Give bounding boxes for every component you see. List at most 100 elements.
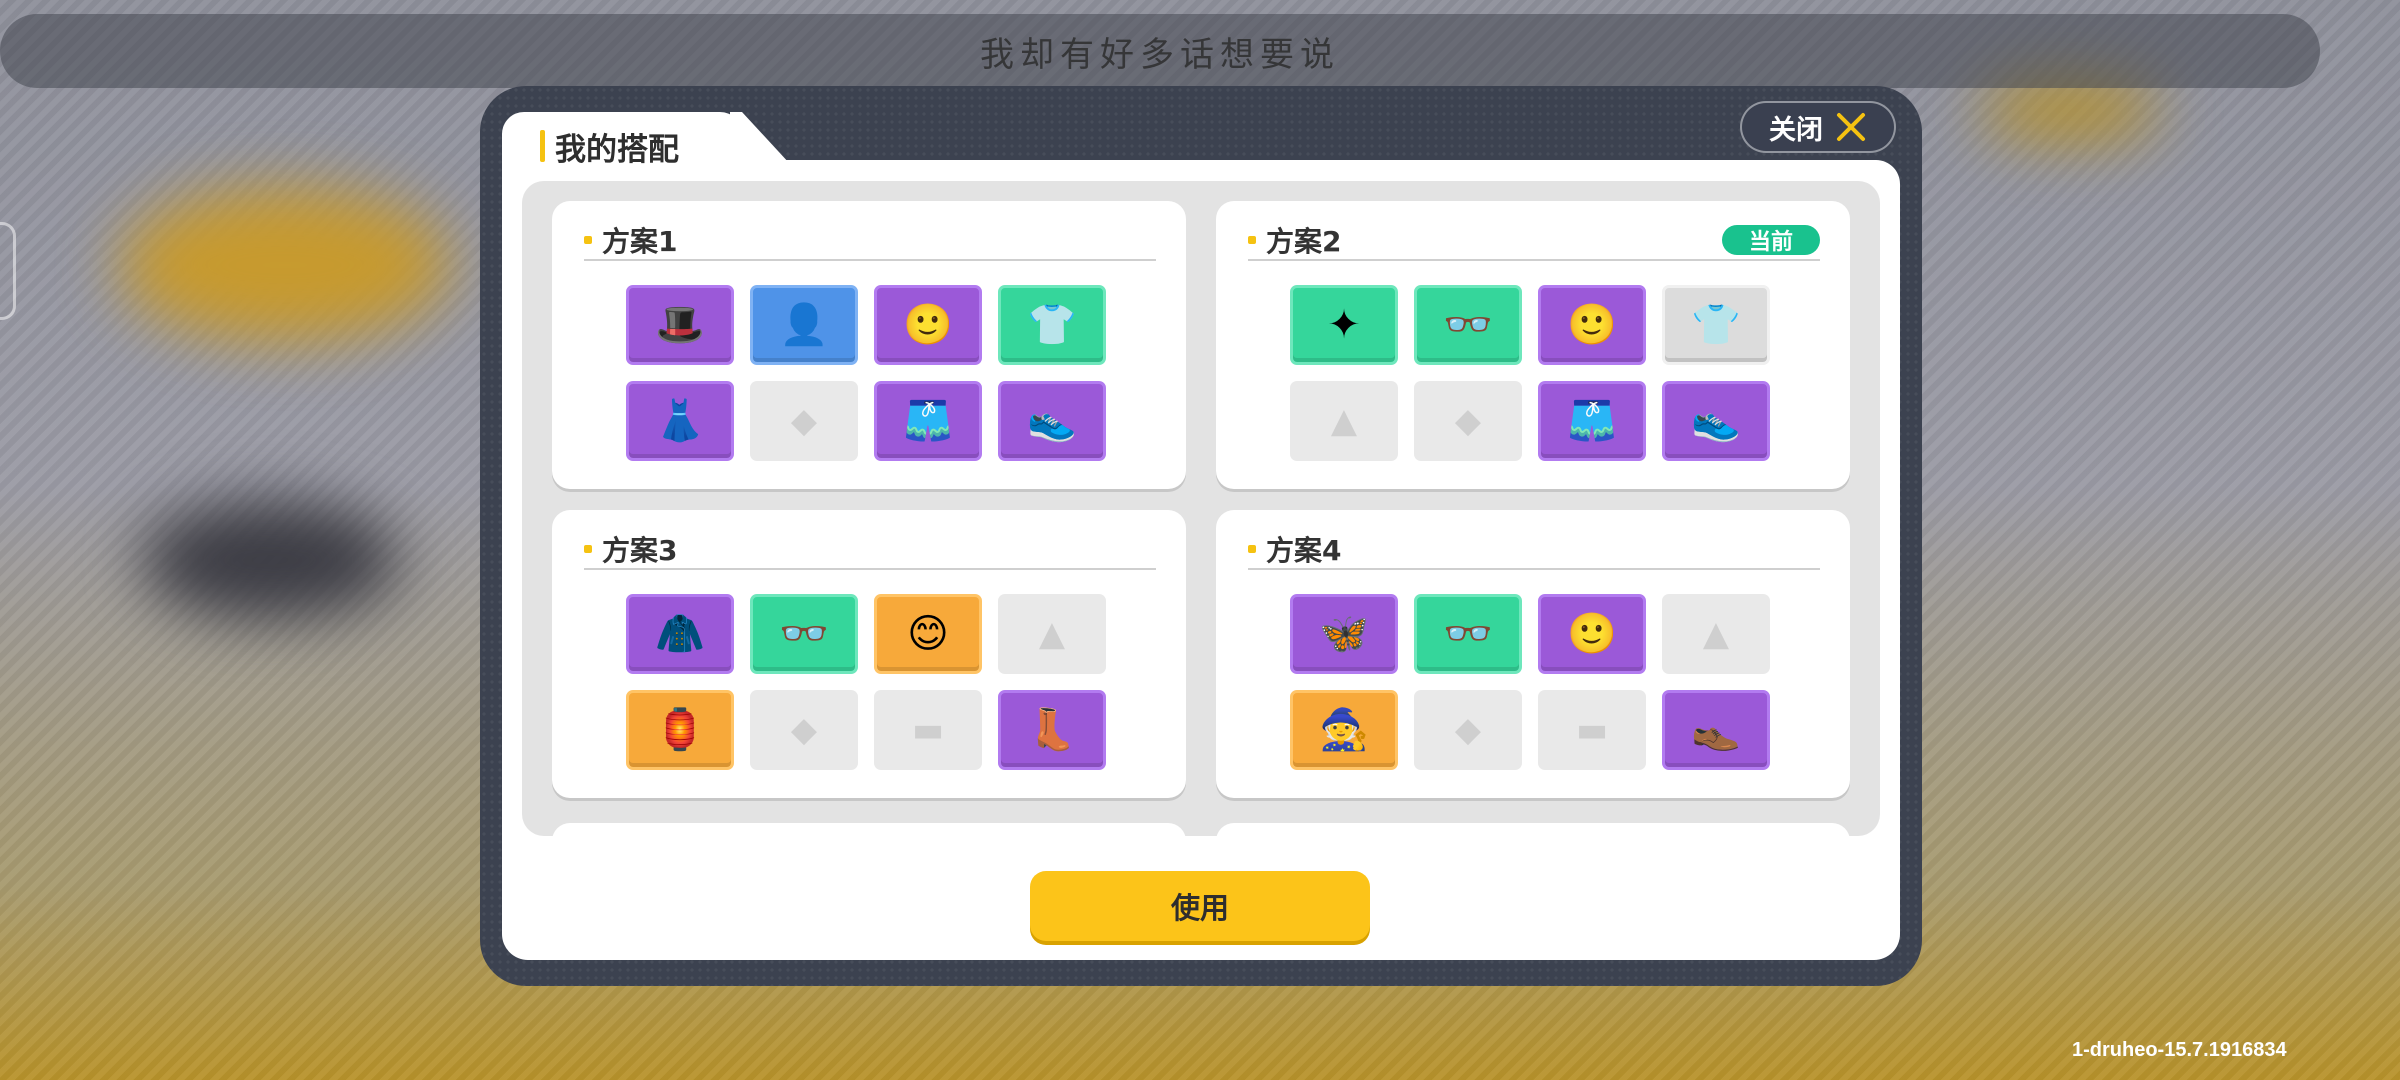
outfit-item-slot[interactable]: 👓 bbox=[1414, 285, 1522, 365]
empty-top-icon: ▲ bbox=[1330, 401, 1358, 441]
outfit-item-slot[interactable]: ✦ bbox=[1290, 285, 1398, 365]
plan-bullet bbox=[1248, 236, 1256, 244]
plan-name: 方案3 bbox=[602, 534, 678, 567]
gray-shoes-icon: 👞 bbox=[1691, 707, 1741, 753]
blue-eyes-face-icon: 😊 bbox=[907, 611, 949, 657]
top-banner: 我却有好多话想要说 bbox=[0, 14, 2320, 88]
outfit-slot-grid: 🧥 👓 😊 ▲ 🏮 ◆ ▬ 👢 bbox=[626, 594, 1106, 770]
background-blur-shape bbox=[1980, 80, 2160, 140]
empty-accessory-icon: ◆ bbox=[790, 401, 818, 441]
modal-title-text: 我的搭配 bbox=[555, 131, 679, 168]
use-button[interactable]: 使用 bbox=[1030, 871, 1370, 941]
modal-title: 我的搭配 bbox=[540, 128, 679, 168]
sneakers-icon: 👟 bbox=[1027, 398, 1077, 444]
outfit-plan-card-partial[interactable] bbox=[552, 823, 1186, 836]
empty-outfit-slot[interactable]: ◆ bbox=[1414, 381, 1522, 461]
outfit-item-slot[interactable]: 🩳 bbox=[1538, 381, 1646, 461]
outfit-item-slot[interactable]: 🙂 bbox=[1538, 594, 1646, 674]
fluffy-jacket-icon: 🧥 bbox=[655, 611, 705, 657]
outfit-item-slot[interactable]: 👓 bbox=[1414, 594, 1522, 674]
plan-header: 方案4 bbox=[1248, 530, 1820, 570]
close-button[interactable]: 关闭 bbox=[1740, 101, 1896, 153]
outfit-plan-card-partial[interactable] bbox=[1216, 823, 1850, 836]
crystal-wings-icon: 🦋 bbox=[1319, 611, 1369, 657]
outfit-item-slot[interactable]: 🏮 bbox=[626, 690, 734, 770]
plan-name: 方案4 bbox=[1266, 534, 1342, 567]
empty-bottom-icon: ▬ bbox=[911, 710, 945, 750]
outfit-item-slot[interactable]: 🧥 bbox=[626, 594, 734, 674]
outfit-slot-grid: ✦ 👓 🙂 👕 ▲ ◆ 🩳 👟 bbox=[1290, 285, 1770, 461]
outfit-plan-card[interactable]: 方案2 当前 ✦ 👓 🙂 👕 ▲ ◆ 🩳 👟 bbox=[1216, 201, 1850, 489]
plan-header: 方案2 当前 bbox=[1248, 221, 1820, 261]
sneakers-icon: 👟 bbox=[1691, 398, 1741, 444]
close-label: 关闭 bbox=[1769, 114, 1823, 146]
plan-bullet bbox=[584, 236, 592, 244]
outfit-slot-grid: 🦋 👓 🙂 ▲ 🧙 ◆ ▬ 👞 bbox=[1290, 594, 1770, 770]
outfit-item-slot[interactable]: 👟 bbox=[1662, 381, 1770, 461]
glasses-face-icon: 👓 bbox=[779, 611, 829, 657]
orange-face-icon: 🙂 bbox=[903, 302, 953, 348]
black-shirt-icon: 👕 bbox=[1027, 302, 1077, 348]
outfit-item-slot[interactable]: 👓 bbox=[750, 594, 858, 674]
empty-outfit-slot[interactable]: ◆ bbox=[750, 381, 858, 461]
banner-text: 我却有好多话想要说 bbox=[980, 34, 1340, 75]
empty-top-icon: ▲ bbox=[1702, 614, 1730, 654]
plan-header: 方案1 bbox=[584, 221, 1156, 261]
denim-shorts-icon: 🩳 bbox=[903, 398, 953, 444]
empty-accessory-icon: ◆ bbox=[790, 710, 818, 750]
plan-bullet bbox=[584, 545, 592, 553]
outfit-slot-grid: 🎩 👤 🙂 👕 👗 ◆ 🩳 👟 bbox=[626, 285, 1106, 461]
wizard-robe-icon: 🧙 bbox=[1319, 707, 1369, 753]
outfit-item-slot[interactable]: 🙂 bbox=[1538, 285, 1646, 365]
outfit-item-slot[interactable]: 👕 bbox=[1662, 285, 1770, 365]
outfit-item-slot[interactable]: 🧙 bbox=[1290, 690, 1398, 770]
outfit-plan-card[interactable]: 方案4 🦋 👓 🙂 ▲ 🧙 ◆ ▬ 👞 bbox=[1216, 510, 1850, 798]
glasses-face-icon: 👓 bbox=[1443, 302, 1493, 348]
outfit-item-slot[interactable]: 🎩 bbox=[626, 285, 734, 365]
outfit-item-slot[interactable]: 😊 bbox=[874, 594, 982, 674]
current-badge: 当前 bbox=[1722, 225, 1820, 255]
outfit-item-slot[interactable]: 🙂 bbox=[874, 285, 982, 365]
background-blur-shape bbox=[120, 190, 450, 340]
empty-outfit-slot[interactable]: ◆ bbox=[1414, 690, 1522, 770]
empty-outfit-slot[interactable]: ◆ bbox=[750, 690, 858, 770]
left-side-tab[interactable] bbox=[0, 222, 16, 320]
version-text: 1-druheo-15.7.1916834 bbox=[2072, 1039, 2287, 1061]
empty-accessory-icon: ◆ bbox=[1454, 401, 1482, 441]
plan-bullet bbox=[1248, 545, 1256, 553]
outfit-item-slot[interactable]: 👢 bbox=[998, 690, 1106, 770]
hooded-cloud-hat-icon: 🎩 bbox=[655, 302, 705, 348]
empty-outfit-slot[interactable]: ▬ bbox=[1538, 690, 1646, 770]
outfit-item-slot[interactable]: 👗 bbox=[626, 381, 734, 461]
outfit-item-slot[interactable]: 👟 bbox=[998, 381, 1106, 461]
gray-face-icon: 👤 bbox=[779, 302, 829, 348]
outfit-item-slot[interactable]: 👤 bbox=[750, 285, 858, 365]
outfit-plan-card[interactable]: 方案3 🧥 👓 😊 ▲ 🏮 ◆ ▬ 👢 bbox=[552, 510, 1186, 798]
empty-accessory-icon: ◆ bbox=[1454, 710, 1482, 750]
white-skirt-icon: 👗 bbox=[655, 398, 705, 444]
empty-outfit-slot[interactable]: ▬ bbox=[874, 690, 982, 770]
empty-bottom-icon: ▬ bbox=[1575, 710, 1609, 750]
plan-name: 方案2 bbox=[1266, 225, 1342, 258]
background-blur-shape bbox=[140, 500, 400, 620]
outfit-item-slot[interactable]: 🩳 bbox=[874, 381, 982, 461]
orange-face-icon: 🙂 bbox=[1567, 302, 1617, 348]
glasses-face-icon: 👓 bbox=[1443, 611, 1493, 657]
empty-outfit-slot[interactable]: ▲ bbox=[1662, 594, 1770, 674]
outfit-plan-list[interactable]: 方案1 🎩 👤 🙂 👕 👗 ◆ 🩳 👟 方案2 当前 ✦ 👓 🙂 👕 ▲ ◆ 🩳 👟 方案3 🧥 👓 😊 ▲ 🏮 ◆ ▬ 👢 方案4 🦋 👓… bbox=[522, 181, 1880, 836]
title-accent-bar bbox=[540, 130, 545, 162]
white-shirt-icon: 👕 bbox=[1691, 302, 1741, 348]
orange-face-icon: 🙂 bbox=[1567, 611, 1617, 657]
lantern-prop-icon: 🏮 bbox=[655, 707, 705, 753]
outfit-item-slot[interactable]: 👞 bbox=[1662, 690, 1770, 770]
empty-outfit-slot[interactable]: ▲ bbox=[998, 594, 1106, 674]
outfit-item-slot[interactable]: 🦋 bbox=[1290, 594, 1398, 674]
empty-outfit-slot[interactable]: ▲ bbox=[1290, 381, 1398, 461]
outfit-plan-card[interactable]: 方案1 🎩 👤 🙂 👕 👗 ◆ 🩳 👟 bbox=[552, 201, 1186, 489]
fluffy-boots-icon: 👢 bbox=[1027, 707, 1077, 753]
empty-top-icon: ▲ bbox=[1038, 614, 1066, 654]
outfit-item-slot[interactable]: 👕 bbox=[998, 285, 1106, 365]
denim-shorts-icon: 🩳 bbox=[1567, 398, 1617, 444]
white-hair-icon: ✦ bbox=[1327, 302, 1361, 348]
close-icon bbox=[1835, 111, 1867, 143]
